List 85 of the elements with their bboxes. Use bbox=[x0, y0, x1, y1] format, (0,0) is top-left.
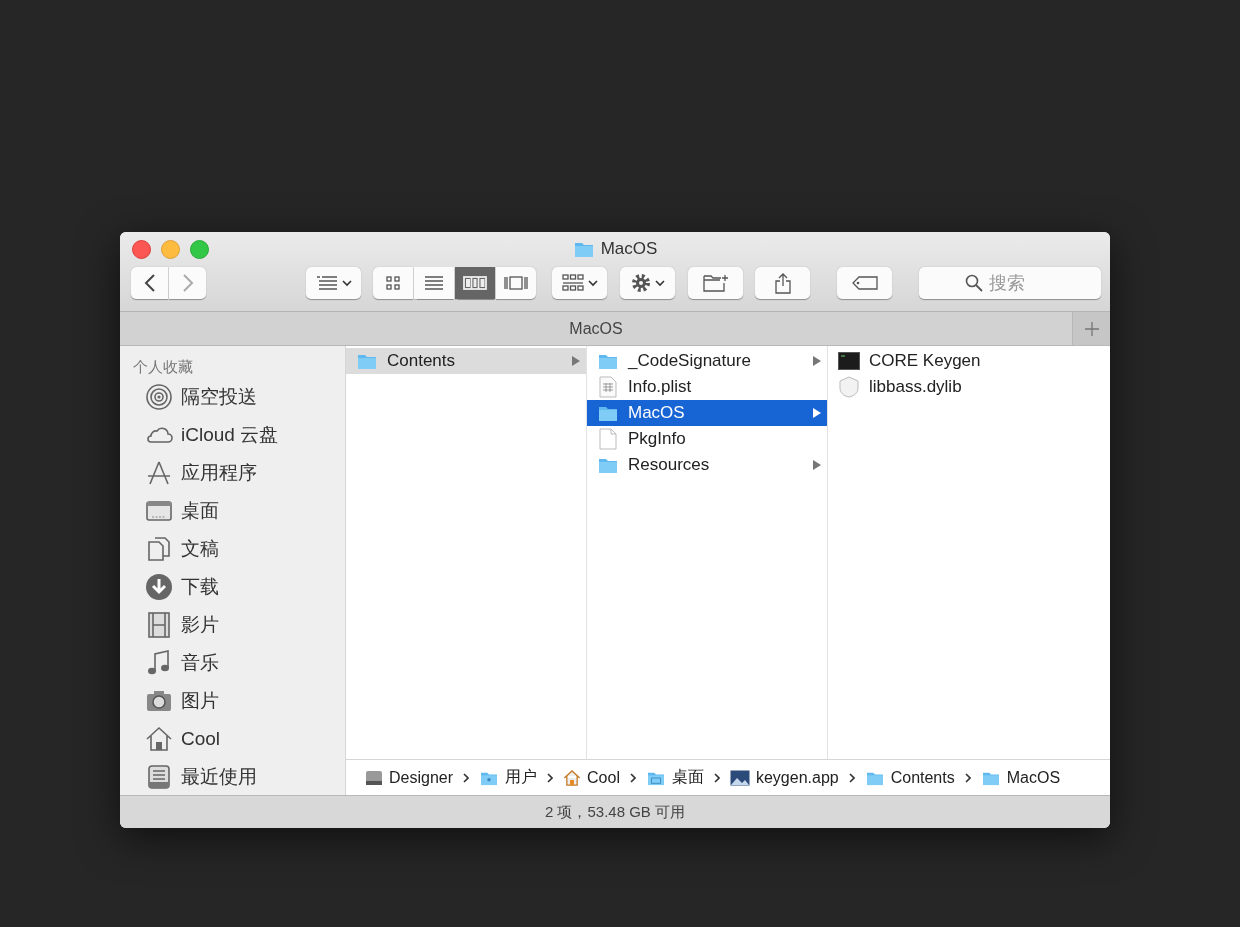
share-icon bbox=[773, 272, 792, 294]
view-mode-button[interactable] bbox=[414, 267, 454, 299]
sidebar-item[interactable]: 下载 bbox=[133, 568, 345, 606]
film-icon bbox=[145, 611, 173, 639]
chevron-right-icon bbox=[964, 772, 971, 783]
folder-icon bbox=[597, 456, 619, 474]
sidebar-item[interactable]: 隔空投送 bbox=[133, 378, 345, 416]
chevron-right-icon bbox=[463, 772, 470, 783]
tag-button[interactable] bbox=[837, 267, 892, 299]
gear-icon bbox=[630, 273, 651, 293]
picture-icon bbox=[729, 769, 750, 786]
chevron-right-icon bbox=[629, 772, 636, 783]
action-button[interactable] bbox=[620, 267, 675, 299]
back-button[interactable] bbox=[131, 267, 168, 299]
list-icon bbox=[315, 275, 338, 291]
file-row[interactable]: Contents bbox=[346, 348, 586, 374]
sidebar-heading: 个人收藏 bbox=[133, 357, 194, 377]
sidebar-item[interactable]: 文稿 bbox=[133, 530, 345, 568]
view-mode-button[interactable] bbox=[373, 267, 413, 299]
new-tab-button[interactable] bbox=[1072, 312, 1110, 345]
view-mode-button[interactable] bbox=[455, 267, 495, 299]
window-title: MacOS bbox=[600, 239, 658, 259]
search-field[interactable]: 搜索 bbox=[919, 267, 1101, 299]
group-button[interactable] bbox=[552, 267, 607, 299]
chevron-right-icon bbox=[547, 772, 554, 783]
sidebar-item[interactable]: Cool bbox=[133, 720, 345, 758]
chevron-right-icon bbox=[848, 772, 855, 783]
documents-icon bbox=[145, 535, 173, 563]
chevron-right-icon bbox=[713, 772, 720, 783]
file-row[interactable]: _CodeSignature bbox=[587, 348, 827, 374]
gallery-icon bbox=[503, 275, 529, 291]
sidebar-item[interactable]: 音乐 bbox=[133, 644, 345, 682]
path-item[interactable]: keygen.app bbox=[729, 768, 839, 787]
sidebar-item[interactable]: 最近使用 bbox=[133, 758, 345, 796]
grid-icon bbox=[561, 274, 584, 292]
sidebar-item[interactable]: iCloud 云盘 bbox=[133, 416, 345, 454]
path-item[interactable]: Cool bbox=[563, 768, 620, 787]
file-row[interactable]: CORE Keygen bbox=[828, 348, 1110, 374]
caret-icon bbox=[341, 279, 352, 287]
sidebar-item[interactable]: 图片 bbox=[133, 682, 345, 720]
terminal-icon bbox=[838, 352, 860, 370]
file-row[interactable]: libbass.dylib bbox=[828, 374, 1110, 400]
path-item[interactable]: MacOS bbox=[980, 768, 1061, 787]
sidebar-item[interactable]: 影片 bbox=[133, 606, 345, 644]
tab-title: MacOS bbox=[569, 319, 623, 338]
chevron-right-icon bbox=[181, 273, 194, 293]
path-item[interactable]: Designer bbox=[365, 768, 454, 787]
view-mode-button[interactable] bbox=[496, 267, 536, 299]
share-button[interactable] bbox=[755, 267, 810, 299]
status-bar: 2 项，53.48 GB 可用 bbox=[120, 795, 1110, 828]
tag-icon bbox=[850, 275, 879, 291]
tray-icon bbox=[145, 763, 173, 791]
caret-icon bbox=[587, 279, 598, 287]
search-icon bbox=[965, 274, 983, 292]
shield-icon bbox=[838, 376, 860, 398]
house-icon bbox=[563, 768, 582, 787]
folder-plus-icon bbox=[702, 274, 729, 292]
folder-icon bbox=[597, 352, 619, 370]
sidebar-item[interactable]: 应用程序 bbox=[133, 454, 345, 492]
folder-icon bbox=[597, 404, 619, 422]
chevron-left-icon bbox=[143, 273, 156, 293]
close-button[interactable] bbox=[132, 240, 151, 259]
path-item[interactable]: 桌面 bbox=[645, 767, 704, 788]
file-row[interactable]: PkgInfo bbox=[587, 426, 827, 452]
list-icon bbox=[424, 275, 444, 291]
zoom-button[interactable] bbox=[190, 240, 209, 259]
document-icon bbox=[599, 376, 617, 398]
folder-icon bbox=[572, 240, 595, 258]
caret-icon bbox=[654, 279, 665, 287]
download-icon bbox=[145, 573, 173, 601]
file-row[interactable]: Info.plist bbox=[587, 374, 827, 400]
plus-icon bbox=[1083, 320, 1100, 337]
new-folder-button[interactable] bbox=[688, 267, 743, 299]
airdrop-icon bbox=[145, 383, 173, 411]
document-icon bbox=[599, 428, 617, 450]
sidebar-item[interactable]: 桌面 bbox=[133, 492, 345, 530]
path-item[interactable]: 用户 bbox=[479, 767, 538, 788]
columns-icon bbox=[463, 275, 487, 291]
path-item[interactable]: Contents bbox=[864, 768, 955, 787]
house-icon bbox=[145, 725, 173, 753]
arrange-button[interactable] bbox=[306, 267, 361, 299]
folder-icon bbox=[356, 352, 378, 370]
file-row[interactable]: MacOS bbox=[587, 400, 827, 426]
grid-icon bbox=[385, 275, 401, 291]
file-row[interactable]: Resources bbox=[587, 452, 827, 478]
